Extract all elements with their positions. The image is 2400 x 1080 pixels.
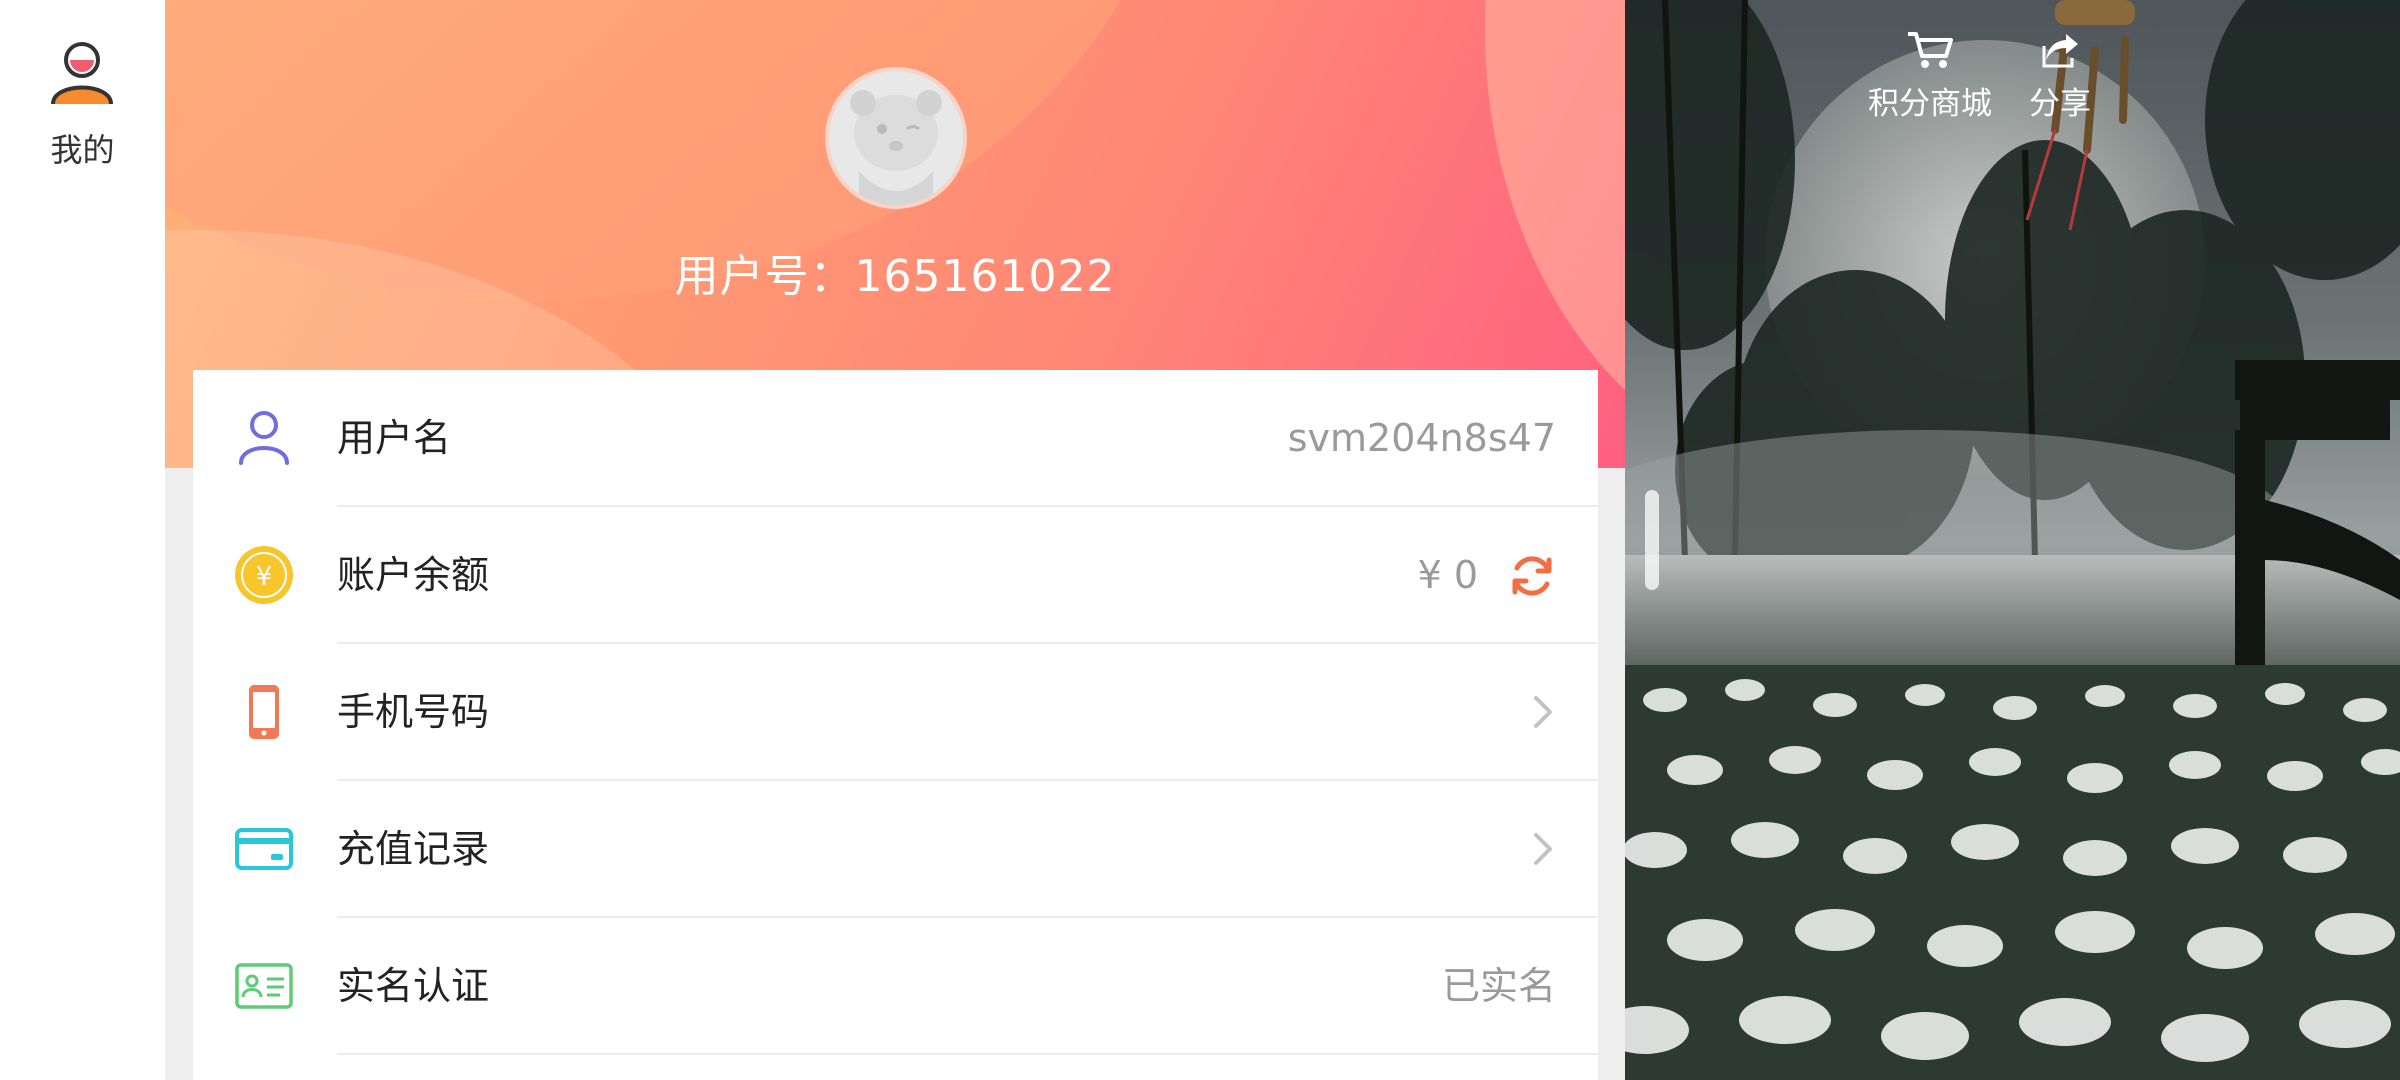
card-icon <box>235 828 293 870</box>
points-mall-button[interactable]: 积分商城 <box>1855 30 2005 123</box>
svg-text:¥: ¥ <box>256 562 273 592</box>
yuan-coin-icon: ¥ <box>235 546 293 604</box>
real-name-status: 已实名 <box>1441 964 1556 1008</box>
moonlit-garden-scene <box>1625 0 2400 1080</box>
tab-mine-label: 我的 <box>50 131 115 169</box>
row-username[interactable]: 用户名 svm204n8s47 <box>193 370 1598 507</box>
tab-mine[interactable]: 我的 <box>0 30 165 180</box>
profile-panel: 用户号：165161022 用户名 svm204n8s47 ¥ 账户余额 ¥ 0 <box>165 0 1625 1080</box>
refresh-icon[interactable] <box>1508 552 1556 600</box>
game-scene: 积分商城 分享 <box>1625 0 2400 1080</box>
username-value: svm204n8s47 <box>1287 416 1556 460</box>
row-phone[interactable]: 手机号码 <box>193 644 1598 781</box>
avatar[interactable] <box>825 67 967 209</box>
user-id: 用户号：165161022 <box>674 251 1116 302</box>
phone-icon <box>249 685 279 739</box>
row-balance[interactable]: ¥ 账户余额 ¥ 0 <box>193 507 1598 644</box>
chevron-right-icon <box>1534 696 1552 728</box>
row-label: 充值记录 <box>337 827 490 871</box>
left-rail: 我的 <box>0 0 165 1080</box>
points-mall-label: 积分商城 <box>1868 86 1992 122</box>
shopping-cart-icon <box>1908 32 1953 68</box>
row-label: 实名认证 <box>337 964 490 1008</box>
cat-avatar-icon <box>829 71 963 205</box>
scrollbar[interactable] <box>1645 490 1659 590</box>
balance-value: ¥ 0 <box>1417 553 1478 597</box>
chevron-right-icon <box>1534 833 1552 865</box>
row-recharge-history[interactable]: 充值记录 <box>193 781 1598 918</box>
row-label: 用户名 <box>337 416 452 460</box>
id-card-icon <box>235 963 293 1009</box>
person-icon <box>239 411 289 465</box>
account-card: 用户名 svm204n8s47 ¥ 账户余额 ¥ 0 手机号码 充值记录 实名认… <box>193 370 1598 1080</box>
row-label: 账户余额 <box>337 553 490 597</box>
share-icon <box>2042 34 2078 68</box>
user-profile-icon <box>51 42 113 105</box>
share-button[interactable]: 分享 <box>2020 30 2100 123</box>
share-label: 分享 <box>2029 86 2091 122</box>
row-label: 手机号码 <box>337 690 490 734</box>
row-real-name-auth[interactable]: 实名认证 已实名 <box>193 918 1598 1055</box>
